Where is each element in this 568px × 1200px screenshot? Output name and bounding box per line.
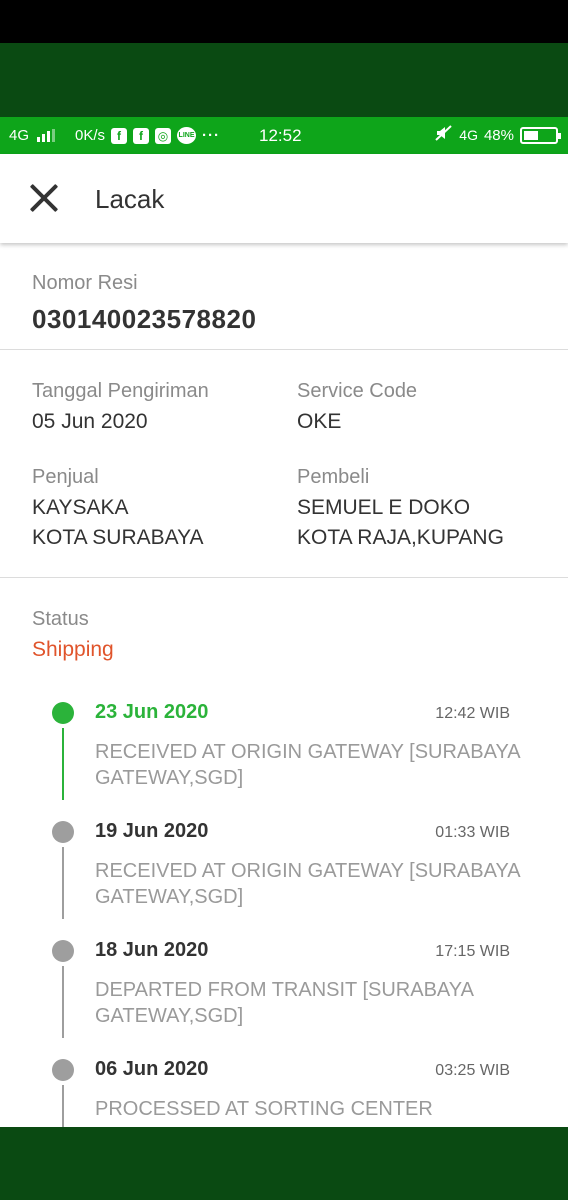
status-value: Shipping bbox=[32, 638, 114, 661]
divider bbox=[0, 577, 568, 578]
event-date: 23 Jun 2020 bbox=[95, 701, 209, 723]
mute-icon bbox=[435, 125, 453, 145]
bottom-green-bar bbox=[0, 1127, 568, 1200]
buyer-name: SEMUEL E DOKO bbox=[297, 496, 471, 519]
service-label: Service Code bbox=[297, 380, 418, 402]
timeline-line bbox=[62, 966, 64, 1038]
line-icon: LINE bbox=[177, 127, 197, 144]
instagram-icon: ◎ bbox=[155, 127, 172, 144]
battery-icon bbox=[520, 126, 561, 144]
top-black-bar bbox=[0, 0, 568, 43]
event-time: 17:15 WIB bbox=[435, 943, 510, 960]
event-date: 18 Jun 2020 bbox=[95, 939, 209, 961]
battery-percent: 48% bbox=[483, 126, 514, 144]
timeline-dot bbox=[52, 940, 74, 962]
tracking-content[interactable]: Nomor Resi 030140023578820 Tanggal Pengi… bbox=[0, 243, 568, 1127]
timeline-line bbox=[62, 1085, 64, 1127]
resi-label: Nomor Resi bbox=[32, 272, 138, 294]
facebook-icon: f bbox=[111, 127, 128, 144]
timeline-dot bbox=[52, 821, 74, 843]
timeline-dot bbox=[52, 1059, 74, 1081]
event-description: PROCESSED AT SORTING CENTER bbox=[95, 1098, 433, 1120]
service-value: OKE bbox=[297, 410, 342, 433]
signal-icon bbox=[37, 129, 56, 142]
timeline-dot-active bbox=[52, 702, 74, 724]
timeline-line-active bbox=[62, 728, 64, 800]
date-label: Tanggal Pengiriman bbox=[32, 380, 209, 402]
top-green-bar bbox=[0, 43, 568, 117]
network-type: 4G bbox=[9, 127, 30, 144]
event-time: 03:25 WIB bbox=[435, 1062, 510, 1079]
divider bbox=[0, 349, 568, 350]
network-speed: 0K/s bbox=[75, 127, 106, 144]
facebook-icon: f bbox=[133, 127, 150, 144]
system-status-bar: 4G 0K/s f f ◎ LINE ··· 12:52 4G 48% bbox=[0, 117, 568, 154]
seller-name: KAYSAKA bbox=[32, 496, 129, 519]
seller-label: Penjual bbox=[32, 466, 99, 488]
buyer-label: Pembeli bbox=[297, 466, 370, 488]
resi-number: 030140023578820 bbox=[32, 304, 257, 334]
buyer-city: KOTA RAJA,KUPANG bbox=[297, 526, 504, 549]
event-time: 01:33 WIB bbox=[435, 824, 510, 841]
date-value: 05 Jun 2020 bbox=[32, 410, 148, 433]
event-date: 19 Jun 2020 bbox=[95, 820, 209, 842]
event-description: RECEIVED AT ORIGIN GATEWAY [SURABAYA GAT… bbox=[95, 860, 520, 908]
event-date: 06 Jun 2020 bbox=[95, 1058, 209, 1080]
battery-fill bbox=[524, 130, 538, 140]
event-time: 12:42 WIB bbox=[435, 705, 510, 722]
page-title: Lacak bbox=[95, 184, 165, 214]
clock: 12:52 bbox=[259, 126, 302, 145]
event-description: RECEIVED AT ORIGIN GATEWAY [SURABAYA GAT… bbox=[95, 741, 520, 789]
more-notifications-icon: ··· bbox=[202, 127, 221, 144]
seller-city: KOTA SURABAYA bbox=[32, 526, 204, 549]
network-type-right: 4G bbox=[459, 127, 478, 143]
status-label: Status bbox=[32, 608, 89, 630]
close-icon[interactable] bbox=[28, 182, 60, 214]
timeline-line bbox=[62, 847, 64, 919]
event-description: DEPARTED FROM TRANSIT [SURABAYA GATEWAY,… bbox=[95, 979, 473, 1027]
app-bar: Lacak bbox=[0, 154, 568, 243]
